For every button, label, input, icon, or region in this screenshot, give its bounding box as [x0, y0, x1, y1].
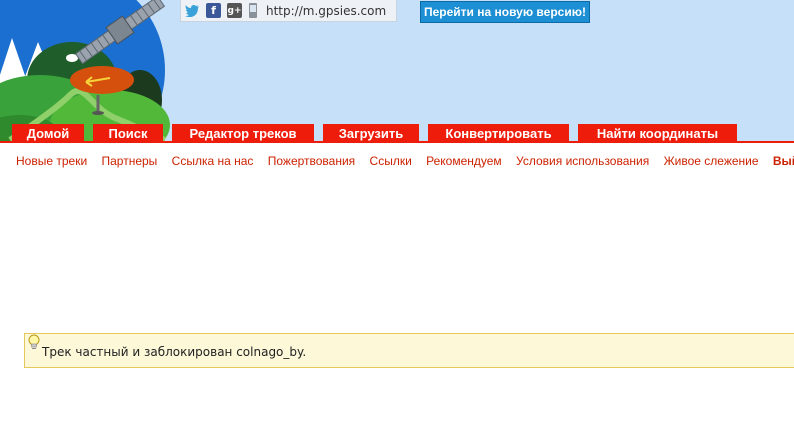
signpost-base — [92, 111, 104, 115]
gpsies-logo-landscape[interactable] — [0, 0, 200, 143]
phone-icon[interactable] — [248, 3, 258, 18]
sub-nav: Новые треки Партнеры Ссылка на нас Пожер… — [16, 154, 794, 170]
sub-nav-link-to-us[interactable]: Ссылка на нас — [172, 154, 254, 168]
sub-nav-new-tracks[interactable]: Новые треки — [16, 154, 87, 168]
new-version-button[interactable]: Перейти на новую версию! — [420, 1, 590, 23]
sub-nav-donations[interactable]: Пожертвования — [268, 154, 355, 168]
notice-text: Трек частный и заблокирован colnago_by. — [42, 345, 307, 359]
logout-link[interactable]: Выйти — [773, 154, 794, 168]
social-bar: f g+ http://m.gpsies.com — [180, 0, 397, 22]
sub-nav-recommend[interactable]: Рекомендуем — [426, 154, 502, 168]
header-banner: f g+ http://m.gpsies.com Перейти на нову… — [0, 0, 794, 143]
notice-box: Трек частный и заблокирован colnago_by. — [24, 333, 794, 368]
sub-nav-partners[interactable]: Партнеры — [102, 154, 158, 168]
sub-nav-links[interactable]: Ссылки — [370, 154, 412, 168]
nav-underline — [0, 141, 794, 143]
facebook-icon[interactable]: f — [206, 3, 221, 18]
sub-nav-live-tracking[interactable]: Живое слежение — [664, 154, 759, 168]
lightbulb-icon — [27, 334, 41, 354]
mobile-site-link[interactable]: http://m.gpsies.com — [266, 4, 386, 18]
sub-nav-terms[interactable]: Условия использования — [516, 154, 649, 168]
twitter-icon[interactable] — [185, 3, 200, 18]
google-plus-icon[interactable]: g+ — [227, 3, 242, 18]
